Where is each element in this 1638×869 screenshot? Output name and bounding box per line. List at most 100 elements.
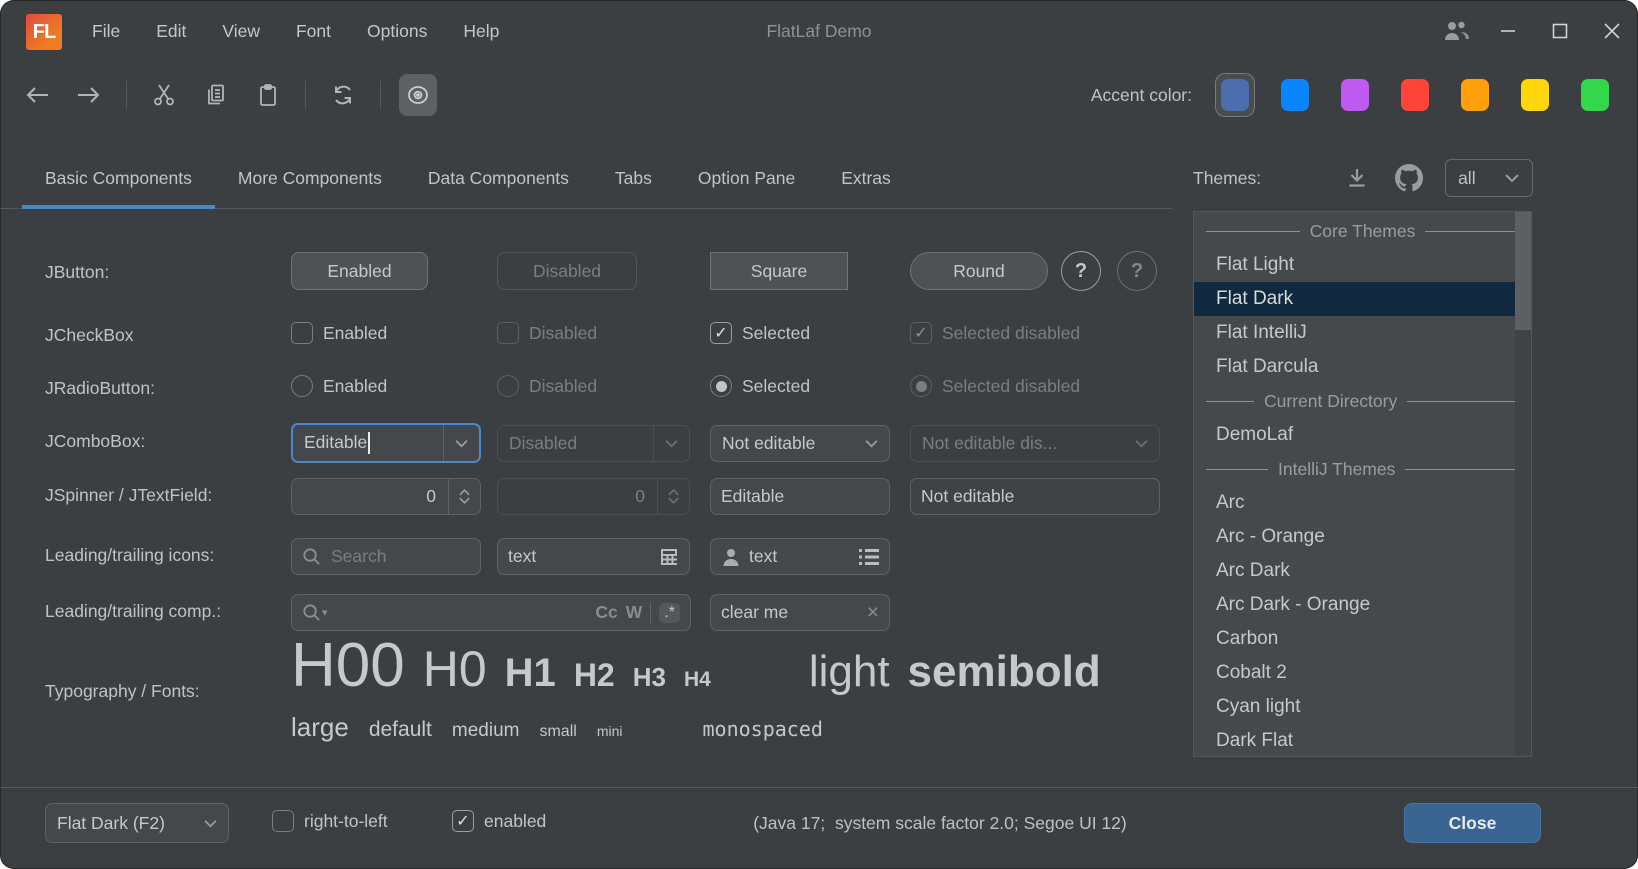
- menu-view[interactable]: View: [204, 0, 278, 62]
- round-button[interactable]: Round: [910, 252, 1048, 290]
- copy-button[interactable]: [197, 74, 235, 116]
- text-field-person[interactable]: text: [710, 538, 890, 575]
- theme-item-arc-dark[interactable]: Arc Dark: [1194, 554, 1531, 588]
- search-field[interactable]: [291, 538, 481, 575]
- minimize-button[interactable]: [1482, 0, 1534, 62]
- chevron-down-icon[interactable]: [853, 426, 889, 461]
- themes-filter-combobox[interactable]: all: [1445, 159, 1533, 197]
- lookandfeel-combobox[interactable]: Flat Dark (F2): [45, 803, 229, 843]
- typography-row-label: Typography / Fonts:: [45, 681, 200, 702]
- theme-item-flat-darcula[interactable]: Flat Darcula: [1194, 350, 1531, 384]
- accent-swatch-blue[interactable]: [1276, 74, 1314, 116]
- theme-list-scrollbar-thumb[interactable]: [1515, 212, 1531, 330]
- list-icon[interactable]: [859, 548, 879, 566]
- combobox-editable[interactable]: Editable: [291, 423, 481, 463]
- tab-basic-components[interactable]: Basic Components: [22, 148, 215, 208]
- regex-toggle[interactable]: .*: [659, 603, 680, 623]
- accent-swatch-yellow[interactable]: [1516, 74, 1554, 116]
- rtl-checkbox[interactable]: right-to-left: [272, 810, 388, 832]
- accent-swatch-green[interactable]: [1576, 74, 1614, 116]
- theme-item-cobalt-2[interactable]: Cobalt 2: [1194, 656, 1531, 690]
- accent-color-label: Accent color:: [1091, 85, 1192, 106]
- theme-item-dark-flat[interactable]: Dark Flat: [1194, 724, 1531, 757]
- clear-icon[interactable]: ×: [867, 601, 879, 625]
- default-sample: default: [369, 718, 432, 742]
- jradiobutton-row-label: JRadioButton:: [45, 378, 155, 399]
- combobox-not-editable[interactable]: Not editable: [710, 425, 890, 462]
- accent-swatch-red[interactable]: [1396, 74, 1434, 116]
- radio-selected-disabled: Selected disabled: [910, 375, 1080, 397]
- users-icon[interactable]: [1430, 0, 1482, 62]
- tab-extras[interactable]: Extras: [818, 148, 914, 208]
- forward-button[interactable]: [70, 74, 108, 116]
- leading-comp-row-label: Leading/trailing comp.:: [45, 601, 221, 622]
- whole-words-toggle[interactable]: W: [626, 602, 643, 623]
- menu-file[interactable]: File: [74, 0, 138, 62]
- download-icon[interactable]: [1345, 166, 1369, 190]
- theme-item-flat-light[interactable]: Flat Light: [1194, 248, 1531, 282]
- radio-selected-icon[interactable]: [710, 375, 732, 397]
- radio-icon: [497, 375, 519, 397]
- tab-more-components[interactable]: More Components: [215, 148, 405, 208]
- menu-font[interactable]: Font: [278, 0, 349, 62]
- tab-tabs[interactable]: Tabs: [592, 148, 675, 208]
- theme-item-cyan-light[interactable]: Cyan light: [1194, 690, 1531, 724]
- textfield-editable[interactable]: Editable: [710, 478, 890, 515]
- checkbox-enabled[interactable]: Enabled: [291, 322, 387, 344]
- github-icon[interactable]: [1395, 164, 1423, 192]
- checkbox-icon[interactable]: [272, 810, 294, 832]
- radio-enabled[interactable]: Enabled: [291, 375, 387, 397]
- radio-selected[interactable]: Selected: [710, 375, 810, 397]
- radio-icon[interactable]: [291, 375, 313, 397]
- menu-help[interactable]: Help: [445, 0, 517, 62]
- tab-data-components[interactable]: Data Components: [405, 148, 592, 208]
- square-button[interactable]: Square: [710, 252, 848, 290]
- tab-option-pane[interactable]: Option Pane: [675, 148, 818, 208]
- close-window-button[interactable]: [1586, 0, 1638, 62]
- theme-item-arc[interactable]: Arc: [1194, 486, 1531, 520]
- refresh-button[interactable]: [324, 74, 362, 116]
- themes-header: Themes: all: [1193, 148, 1533, 208]
- show-hidden-toggle[interactable]: [399, 74, 437, 116]
- help-button[interactable]: ?: [1061, 251, 1101, 291]
- textfield-not-editable: Not editable: [910, 478, 1160, 515]
- chevron-down-icon[interactable]: [443, 425, 479, 461]
- theme-item-flat-intellij[interactable]: Flat IntelliJ: [1194, 316, 1531, 350]
- radio-disabled: Disabled: [497, 375, 597, 397]
- search-icon: [302, 547, 321, 566]
- table-icon[interactable]: [659, 547, 679, 567]
- theme-item-arc-orange[interactable]: Arc - Orange: [1194, 520, 1531, 554]
- accent-swatch-magenta[interactable]: [1336, 74, 1374, 116]
- checkbox-icon[interactable]: [291, 322, 313, 344]
- search-dropdown-icon[interactable]: ▾: [302, 603, 328, 622]
- back-button[interactable]: [18, 74, 56, 116]
- h3-sample: H3: [633, 662, 666, 693]
- chevron-down-icon[interactable]: [192, 804, 228, 842]
- close-button[interactable]: Close: [1404, 803, 1541, 843]
- checkbox-checked-icon[interactable]: ✓: [452, 810, 474, 832]
- spinner-arrows-icon[interactable]: [448, 479, 480, 514]
- checkbox-checked-icon[interactable]: ✓: [710, 322, 732, 344]
- spinner-enabled[interactable]: 0: [291, 478, 481, 515]
- match-case-toggle[interactable]: Cc: [595, 602, 617, 623]
- paste-button[interactable]: [249, 74, 287, 116]
- theme-item-demolaf[interactable]: DemoLaf: [1194, 418, 1531, 452]
- theme-item-carbon[interactable]: Carbon: [1194, 622, 1531, 656]
- clearable-field[interactable]: clear me ×: [710, 594, 890, 631]
- enabled-checkbox[interactable]: ✓ enabled: [452, 810, 546, 832]
- text-field-table[interactable]: text: [497, 538, 690, 575]
- search-input[interactable]: [329, 545, 470, 568]
- maximize-button[interactable]: [1534, 0, 1586, 62]
- checkbox-selected[interactable]: ✓ Selected: [710, 322, 810, 344]
- accent-swatch-orange[interactable]: [1456, 74, 1494, 116]
- theme-item-flat-dark[interactable]: Flat Dark: [1194, 282, 1531, 316]
- person-icon: [721, 547, 741, 567]
- search-with-options-field[interactable]: ▾ Cc W .*: [291, 594, 691, 631]
- menu-options[interactable]: Options: [349, 0, 445, 62]
- cut-button[interactable]: [145, 74, 183, 116]
- theme-item-arc-dark-orange[interactable]: Arc Dark - Orange: [1194, 588, 1531, 622]
- medium-sample: medium: [452, 720, 520, 742]
- accent-swatch-default[interactable]: [1216, 74, 1254, 116]
- menu-edit[interactable]: Edit: [138, 0, 204, 62]
- enabled-button[interactable]: Enabled: [291, 252, 428, 290]
